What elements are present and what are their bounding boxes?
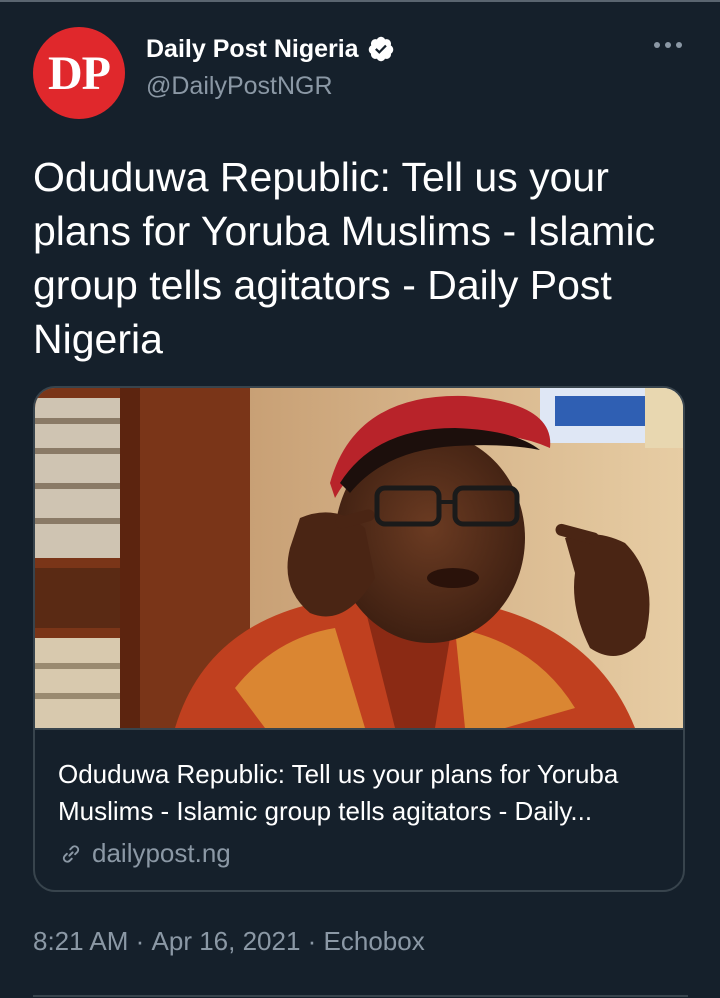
avatar[interactable]: DP [33,27,125,119]
tweet-meta: 8:21 AM · Apr 16, 2021 · Echobox [33,926,425,957]
tweet: DP Daily Post Nigeria @DailyPostNGR Odud… [0,0,720,998]
top-divider [0,0,720,2]
author-name-row[interactable]: Daily Post Nigeria [146,33,395,65]
more-dot [654,42,660,48]
card-domain-row[interactable]: dailypost.ng [58,838,231,869]
more-dot [665,42,671,48]
card-title[interactable]: Oduduwa Republic: Tell us your plans for… [58,756,668,830]
handle[interactable]: @DailyPostNGR [146,72,333,101]
timestamp-time[interactable]: 8:21 AM [33,926,128,957]
card-divider [35,728,683,730]
meta-separator: · [300,926,324,956]
link-icon [62,844,80,863]
card-image[interactable] [35,388,683,728]
tweet-source[interactable]: Echobox [324,926,425,957]
meta-separator: · [128,926,152,956]
verified-badge-icon [368,36,393,62]
more-options-icon[interactable] [650,38,686,52]
card-domain[interactable]: dailypost.ng [92,838,231,869]
link-card[interactable]: Oduduwa Republic: Tell us your plans for… [33,386,685,892]
bottom-divider [33,995,688,997]
timestamp-date[interactable]: Apr 16, 2021 [152,926,301,957]
more-dot [676,42,682,48]
display-name[interactable]: Daily Post Nigeria [146,35,359,64]
tweet-text: Oduduwa Republic: Tell us your plans for… [33,154,656,362]
